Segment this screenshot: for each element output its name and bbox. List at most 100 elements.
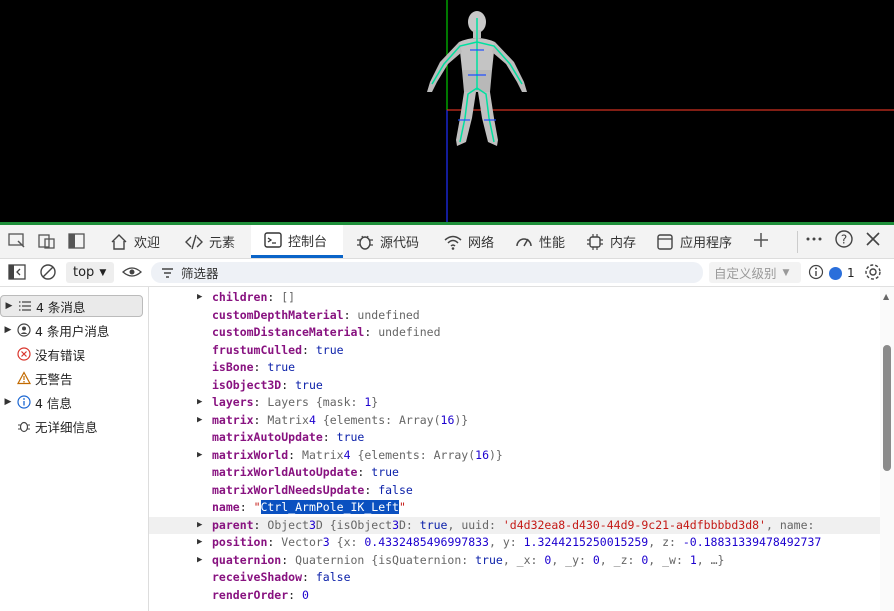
expand-arrow-icon[interactable]: ▶ (0, 397, 16, 407)
sidebar-item-warnings[interactable]: 无警告 (0, 367, 143, 389)
expand-arrow-icon[interactable]: ▶ (197, 394, 202, 412)
console-property-row[interactable]: ▶ position: Vector3 {x: 0.433248549699783… (149, 534, 880, 552)
close-icon[interactable] (862, 229, 884, 249)
code-icon (185, 233, 203, 251)
3d-viewport[interactable] (0, 0, 894, 222)
property-key: parent (212, 517, 254, 532)
property-key: layers (212, 395, 254, 409)
property-value: Matrix4 {elements: Array(16)} (267, 412, 469, 427)
console-property-row[interactable]: frustumCulled: true (149, 342, 880, 360)
help-icon[interactable]: ? (833, 229, 855, 249)
sidebar-item-messages[interactable]: ▶ 4 条消息 (0, 295, 143, 317)
info-icon (16, 394, 32, 410)
console-property-row[interactable]: name: "Ctrl_ArmPole_IK_Left" (149, 499, 880, 517)
tab-memory[interactable]: 内存 (586, 225, 636, 258)
inspect-icon[interactable] (6, 231, 28, 251)
live-expression-icon[interactable] (121, 262, 143, 282)
sidebar-item-label: 4 条用户消息 (35, 323, 110, 339)
tab-performance[interactable]: 性能 (515, 225, 565, 258)
console-property-row[interactable]: customDepthMaterial: undefined (149, 307, 880, 325)
issues-info-icon[interactable] (806, 262, 826, 282)
device-emulation-icon[interactable] (36, 231, 58, 251)
console-property-row[interactable]: ▶ parent: Object3D {isObject3D: true, uui… (149, 516, 880, 535)
expand-arrow-icon[interactable]: ▶ (197, 289, 202, 307)
tab-console[interactable]: 控制台 (251, 225, 343, 258)
settings-gear-icon[interactable] (862, 262, 884, 282)
console-property-row[interactable]: customDistanceMaterial: undefined (149, 324, 880, 342)
expand-arrow-icon[interactable]: ▶ (0, 325, 16, 335)
console-property-row[interactable]: receiveShadow: false (149, 569, 880, 587)
verbose-icon (16, 418, 32, 434)
console-property-row[interactable]: matrixWorldNeedsUpdate: false (149, 482, 880, 500)
tab-network[interactable]: 网络 (444, 225, 494, 258)
property-key: receiveShadow (212, 570, 303, 584)
context-selector[interactable]: top ▼ (66, 262, 114, 283)
property-text: matrixWorldNeedsUpdate: false (212, 482, 413, 497)
console-property-row[interactable]: isBone: true (149, 359, 880, 377)
console-property-row[interactable]: renderOrder: 0 (149, 587, 880, 605)
chevron-down-icon: ▼ (782, 267, 790, 278)
property-text: isObject3D: true (212, 377, 323, 392)
filter-input[interactable]: 筛选器 (151, 262, 703, 283)
sidebar-item-info[interactable]: ▶ 4 信息 (0, 391, 143, 413)
property-key: customDepthMaterial (212, 307, 344, 322)
scrollbar-thumb[interactable] (883, 345, 891, 471)
tab-welcome[interactable]: 欢迎 (110, 225, 160, 258)
sidebar-item-verbose[interactable]: 无详细信息 (0, 415, 143, 437)
issues-counter[interactable]: 1 (829, 264, 855, 282)
filter-icon (161, 267, 175, 279)
property-value: true (295, 377, 323, 392)
expand-arrow-icon[interactable]: ▶ (197, 412, 202, 430)
property-text: matrixAutoUpdate: true (212, 430, 365, 444)
toggle-sidebar-icon[interactable] (6, 262, 28, 282)
property-value: Layers {mask: 1} (267, 395, 379, 409)
sidebar-item-label: 没有错误 (35, 347, 86, 363)
console-icon (264, 231, 282, 249)
clear-console-icon[interactable] (37, 262, 59, 282)
property-text: matrix: Matrix4 {elements: Array(16)} (212, 412, 469, 427)
property-key: frustumCulled (212, 342, 303, 357)
console-property-row[interactable]: ▶ matrixWorld: Matrix4 {elements: Array(1… (149, 447, 880, 465)
sidebar-item-label: 4 条消息 (36, 299, 86, 315)
sidebar-item-label: 无警告 (35, 371, 73, 387)
context-label: top (73, 265, 95, 280)
tab-label: 欢迎 (134, 236, 161, 251)
expand-arrow-icon[interactable]: ▶ (1, 301, 17, 311)
tab-elements[interactable]: 元素 (185, 225, 235, 258)
sidebar-item-errors[interactable]: 没有错误 (0, 343, 143, 365)
property-key: matrixAutoUpdate (212, 430, 323, 444)
scroll-up-icon[interactable]: ▲ (883, 292, 889, 301)
property-key: customDistanceMaterial (212, 325, 365, 339)
console-property-row[interactable]: ▶ layers: Layers {mask: 1} (149, 394, 880, 412)
scene-canvas[interactable] (0, 0, 894, 222)
sidebar-item-user-messages[interactable]: ▶ 4 条用户消息 (0, 319, 143, 341)
bug-icon (356, 233, 374, 251)
console-property-row[interactable]: matrixAutoUpdate: true (149, 429, 880, 447)
expand-arrow-icon[interactable]: ▶ (197, 534, 202, 552)
tab-sources[interactable]: 源代码 (356, 225, 419, 258)
property-key: matrixWorldNeedsUpdate (212, 482, 365, 497)
console-scrollbar[interactable]: ▲ (880, 287, 894, 611)
expand-arrow-icon[interactable]: ▶ (197, 447, 202, 465)
console-output[interactable]: ▶ children: [] customDepthMaterial: undefi… (149, 287, 880, 611)
more-options-icon[interactable] (803, 229, 825, 249)
expand-arrow-icon[interactable]: ▶ (197, 517, 202, 535)
log-levels-label: 自定义级别 (714, 266, 777, 281)
tab-application[interactable]: 应用程序 (656, 225, 732, 258)
property-value: true (267, 360, 296, 374)
property-value: [] (281, 290, 296, 304)
wifi-icon (444, 233, 462, 251)
property-text: customDistanceMaterial: undefined (212, 325, 441, 339)
log-levels-dropdown[interactable]: 自定义级别 ▼ (709, 262, 801, 283)
console-property-row[interactable]: ▶ quaternion: Quaternion {isQuaternion: t… (149, 552, 880, 570)
svg-text:?: ? (841, 233, 847, 247)
dock-side-icon[interactable] (66, 231, 88, 251)
expand-arrow-icon[interactable]: ▶ (197, 552, 202, 570)
console-property-row[interactable]: matrixWorldAutoUpdate: true (149, 464, 880, 482)
property-value: true (336, 430, 365, 444)
add-tab-icon[interactable] (750, 230, 772, 250)
console-property-row[interactable]: isObject3D: true (149, 377, 880, 395)
console-property-row[interactable]: ▶ matrix: Matrix4 {elements: Array(16)} (149, 412, 880, 430)
console-property-row[interactable]: ▶ children: [] (149, 289, 880, 307)
property-value: undefined (357, 307, 420, 322)
